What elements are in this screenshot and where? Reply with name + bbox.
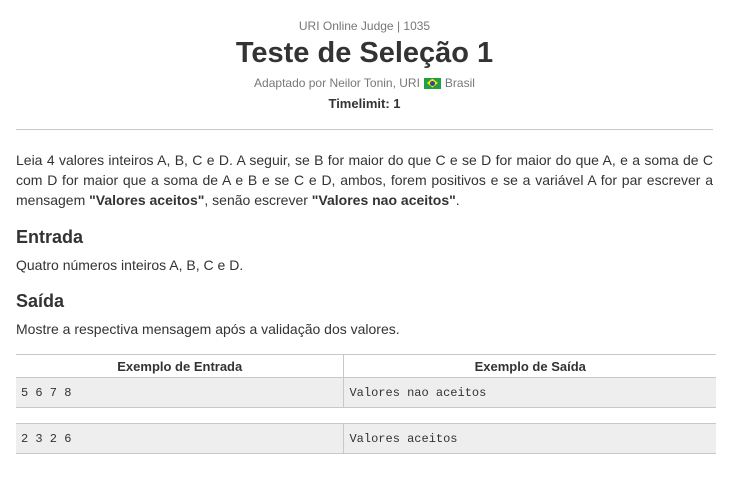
example-output-header: Exemplo de Saída [343,354,716,378]
timelimit: Timelimit: 1 [328,96,401,111]
row-spacer [16,407,716,424]
problem-title: Teste de Seleção 1 [235,37,494,69]
example-input-header: Exemplo de Entrada [16,354,344,378]
output-heading: Saída [16,291,65,311]
output-description: Mostre a respectiva mensagem após a vali… [16,321,400,337]
example-output-cell: Valores nao aceitos [343,377,716,408]
input-heading: Entrada [16,227,84,247]
examples-table: Exemplo de Entrada Exemplo de Saída 5 6 … [16,354,716,454]
author-text: Adaptado por Neilor Tonin, URI [254,76,420,90]
description-text-3: . [455,192,460,208]
problem-description: Leia 4 valores inteiros A, B, C e D. A s… [16,150,713,210]
example-output-cell: Valores aceitos [343,423,716,454]
author-line: Adaptado por Neilor Tonin, URI Brasil [254,75,475,91]
example-input-cell: 5 6 7 8 [16,377,344,408]
accepted-message: "Valores aceitos" [89,192,205,208]
rejected-message: "Valores nao aceitos" [311,192,456,208]
description-text-2: , senão escrever [204,192,312,208]
input-description: Quatro números inteiros A, B, C e D. [16,257,244,273]
problem-body: Leia 4 valores inteiros A, B, C e D. A s… [0,150,729,454]
problem-header: URI Online Judge | 1035 Teste de Seleção… [0,0,729,112]
header-divider [16,129,713,130]
table-row: 5 6 7 8 Valores nao aceitos [16,377,716,408]
author-country: Brasil [444,76,475,90]
judge-label: URI Online Judge | 1035 [298,19,431,33]
example-input-cell: 2 3 2 6 [16,423,344,454]
brazil-flag-icon [423,77,441,89]
table-row: 2 3 2 6 Valores aceitos [16,423,716,454]
